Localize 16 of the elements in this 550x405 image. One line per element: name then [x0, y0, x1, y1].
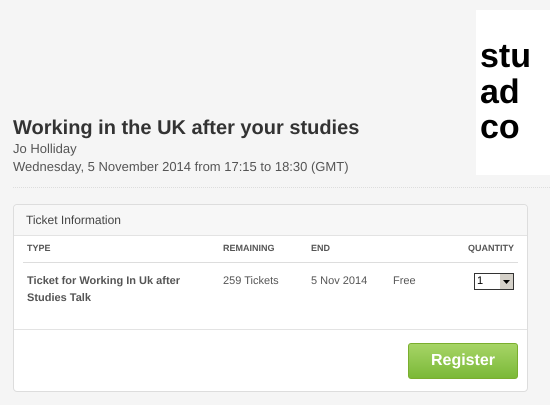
panel-title: Ticket Information	[26, 212, 121, 229]
event-date: Wednesday, 5 November 2014 from 17:15 to 18:30 (GMT)	[13, 158, 349, 176]
ticket-price: Free	[393, 274, 416, 289]
end-date: 5 Nov 2014	[311, 274, 368, 289]
remaining-count: 259 Tickets	[223, 274, 279, 289]
column-header: REMAINING	[223, 242, 274, 254]
quantity-select[interactable]: 1	[474, 273, 514, 290]
event-title: Working in the UK after your studies	[13, 116, 360, 140]
ticket-type: Ticket for Working In Uk after Studies Talk	[27, 274, 182, 306]
column-header: QUANTITY	[468, 242, 514, 255]
logo-text: ad	[480, 74, 520, 110]
logo-text: co	[480, 110, 520, 146]
logo-text: stu	[480, 38, 531, 75]
column-header: END	[311, 242, 330, 254]
column-header: TYPE	[27, 242, 51, 254]
organizer-name: Jo Holliday	[13, 140, 77, 158]
